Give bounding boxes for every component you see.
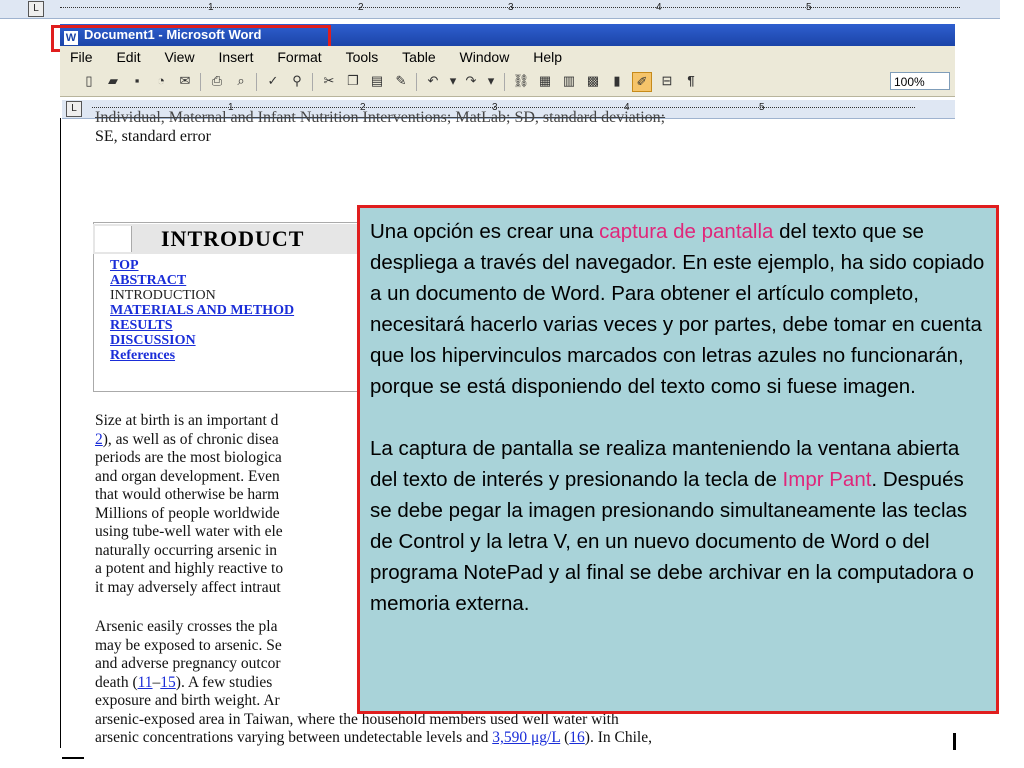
text-fragment: death ( <box>95 673 138 691</box>
toc-item-introduction: INTRODUCTION <box>110 288 216 303</box>
standard-toolbar: ▯ ▰ ▪ ◔ ✉ ⎙ ⌕ ✓ ⚲ ✂ ❐ ▤ ✎ ↶ ▾ ↷ ▾ ⛓ ▦ ▥ … <box>60 68 955 97</box>
note-text: Una opción es crear una <box>370 220 600 243</box>
show-hide-icon[interactable]: ¶ <box>682 72 700 90</box>
section-header: INTRODUCT <box>93 224 363 254</box>
toc-link-discussion[interactable]: DISCUSSION <box>110 333 294 348</box>
menu-format[interactable]: Format <box>277 49 321 65</box>
undo-icon[interactable]: ↶ <box>424 72 442 90</box>
page-mark <box>62 757 84 759</box>
reference-link[interactable]: 15 <box>160 674 176 691</box>
text-fragment: ), as well as of chronic disea <box>102 430 279 448</box>
ruler-dots <box>92 107 915 108</box>
ruler-number: 3 <box>508 2 514 13</box>
toc-link-top[interactable]: TOP <box>110 258 294 273</box>
note-highlight: captura de pantalla <box>599 220 774 243</box>
menu-bar: File Edit View Insert Format Tools Table… <box>60 46 955 68</box>
section-heading: INTRODUCT <box>161 226 305 251</box>
menu-help[interactable]: Help <box>533 49 562 65</box>
header-block <box>95 226 132 252</box>
menu-window[interactable]: Window <box>460 49 510 65</box>
menu-file[interactable]: File <box>70 49 93 65</box>
toolbar-separator <box>416 73 417 91</box>
columns-icon[interactable]: ▮ <box>608 72 626 90</box>
menu-view[interactable]: View <box>164 49 194 65</box>
insert-excel-icon[interactable]: ▩ <box>584 72 602 90</box>
legend-line: SE, standard error <box>95 127 211 145</box>
reference-link[interactable]: 11 <box>138 674 153 691</box>
print-icon[interactable]: ⎙ <box>208 72 226 90</box>
email-icon[interactable]: ✉ <box>176 72 194 90</box>
note-highlight: Impr Pant <box>782 468 872 491</box>
toolbar-separator <box>256 73 257 91</box>
tab-selector-icon[interactable]: L <box>28 1 44 17</box>
note-paragraph-1: Una opción es crear una captura de panta… <box>370 216 986 402</box>
menu-insert[interactable]: Insert <box>218 49 253 65</box>
toc-link-results[interactable]: RESULTS <box>110 318 294 333</box>
document-map-icon[interactable]: ⊟ <box>658 72 676 90</box>
ruler-number: 1 <box>208 2 214 13</box>
value-text: 3,590 μg/L <box>492 729 561 746</box>
text-line: arsenic concentrations varying between u… <box>95 729 895 748</box>
note-paragraph-2: La captura de pantalla se realiza manten… <box>370 433 986 619</box>
toolbar-separator <box>200 73 201 91</box>
zoom-select[interactable]: 100% <box>890 72 950 90</box>
toc-link-references[interactable]: References <box>110 348 294 363</box>
text-fragment: ( <box>560 729 570 746</box>
menu-edit[interactable]: Edit <box>116 49 140 65</box>
open-folder-icon[interactable]: ▰ <box>104 72 122 90</box>
research-icon[interactable]: ⚲ <box>288 72 306 90</box>
format-painter-icon[interactable]: ✎ <box>392 72 410 90</box>
print-preview-icon[interactable]: ⌕ <box>232 72 250 90</box>
redo-icon[interactable]: ↷ <box>462 72 480 90</box>
menu-table[interactable]: Table <box>402 49 435 65</box>
tables-borders-icon[interactable]: ▦ <box>536 72 554 90</box>
cut-icon[interactable]: ✂ <box>320 72 338 90</box>
ruler-number: 5 <box>806 2 812 13</box>
save-icon[interactable]: ▪ <box>128 72 146 90</box>
reference-link[interactable]: 2 <box>95 431 103 448</box>
permission-icon[interactable]: ◔ <box>152 72 170 90</box>
spelling-icon[interactable]: ✓ <box>264 72 282 90</box>
copy-icon[interactable]: ❐ <box>344 72 362 90</box>
instruction-note: Una opción es crear una captura de panta… <box>357 205 999 714</box>
tab-selector-icon[interactable]: L <box>66 101 82 117</box>
text-fragment: arsenic concentrations varying between u… <box>95 729 493 746</box>
text-cursor <box>953 733 956 750</box>
toolbar-separator <box>504 73 505 91</box>
toc-link-abstract[interactable]: ABSTRACT <box>110 273 294 288</box>
text-fragment: ). A few studies <box>175 673 273 691</box>
table-of-contents: TOP ABSTRACT INTRODUCTION MATERIALS AND … <box>110 258 294 363</box>
new-document-icon[interactable]: ▯ <box>80 72 98 90</box>
hyperlink-icon[interactable]: ⛓ <box>512 72 530 90</box>
toolbar-separator <box>312 73 313 91</box>
top-ruler[interactable]: L 1 2 3 4 5 <box>0 0 1000 19</box>
page-edge <box>60 118 61 748</box>
menu-tools[interactable]: Tools <box>346 49 379 65</box>
toc-link-methods[interactable]: MATERIALS AND METHOD <box>110 303 294 318</box>
insert-table-icon[interactable]: ▥ <box>560 72 578 90</box>
abbreviation-legend: Individual, Maternal and Infant Nutritio… <box>95 109 895 146</box>
paste-icon[interactable]: ▤ <box>368 72 386 90</box>
reference-link[interactable]: 16 <box>569 729 585 746</box>
redo-dropdown-icon[interactable]: ▾ <box>482 72 500 90</box>
ruler-number: 2 <box>358 2 364 13</box>
note-text: del texto que se despliega a través del … <box>370 220 985 398</box>
text-fragment: ). In Chile, <box>584 729 652 746</box>
undo-dropdown-icon[interactable]: ▾ <box>444 72 462 90</box>
legend-line: Individual, Maternal and Infant Nutritio… <box>95 109 666 126</box>
drawing-icon[interactable]: ✐ <box>632 72 652 92</box>
ruler-number: 4 <box>656 2 662 13</box>
